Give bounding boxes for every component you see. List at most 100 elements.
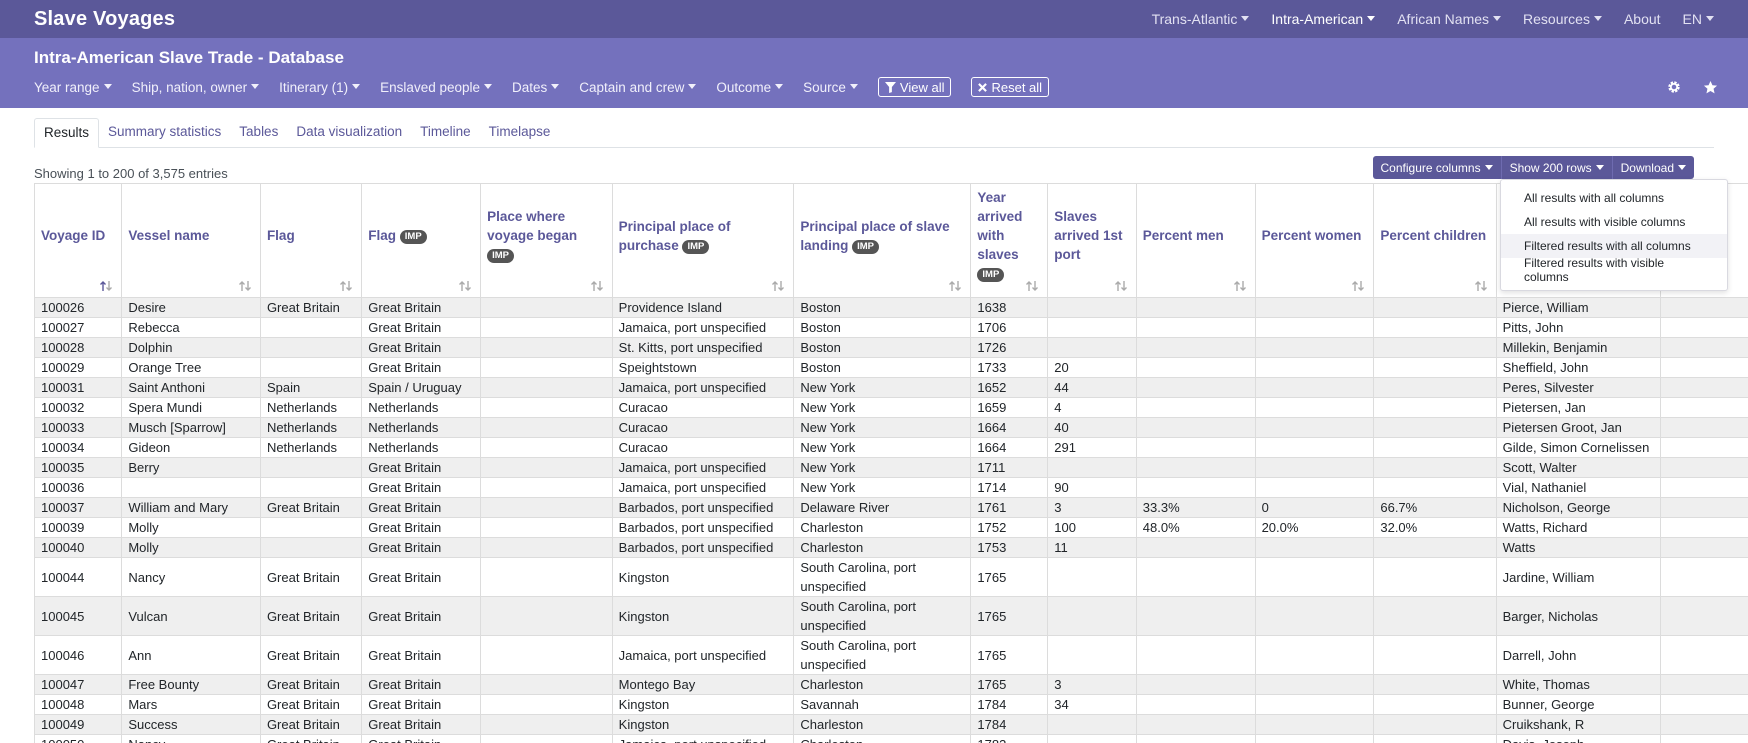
table-row[interactable]: 100044 Nancy Great Britain Great Britain Kin… bbox=[34, 557, 1748, 597]
column-header[interactable]: Percent children bbox=[1373, 183, 1497, 298]
table-row[interactable]: 100039 Molly Great Britain Barbados, port u… bbox=[34, 517, 1748, 538]
filter-captain-and-crew[interactable]: Captain and crew bbox=[579, 80, 696, 95]
table-row[interactable]: 100026 Desire Great Britain Great Britain Pr… bbox=[34, 297, 1748, 318]
download-all-results-all-columns[interactable]: All results with all columns bbox=[1501, 186, 1727, 210]
filter-ship-nation-owner[interactable]: Ship, nation, owner bbox=[132, 80, 260, 95]
table-cell bbox=[1135, 297, 1256, 318]
table-row[interactable]: 100047 Free Bounty Great Britain Great Brit… bbox=[34, 674, 1748, 695]
tab-tables[interactable]: Tables bbox=[230, 118, 287, 147]
table-cell bbox=[480, 674, 613, 695]
sort-icon[interactable] bbox=[1474, 280, 1488, 292]
table-cell bbox=[1659, 477, 1748, 498]
column-header[interactable]: Year arrived with slaves IMP bbox=[970, 183, 1049, 298]
filter-outcome[interactable]: Outcome bbox=[716, 80, 783, 95]
column-header[interactable]: Place where voyage began IMP bbox=[480, 183, 613, 298]
table-row[interactable]: 100036 Great Britain Jamaica, port unspeci… bbox=[34, 477, 1748, 498]
sort-icon[interactable] bbox=[1351, 280, 1365, 292]
sort-icon[interactable] bbox=[1233, 280, 1247, 292]
sort-icon[interactable] bbox=[458, 280, 472, 292]
brand-logo-text[interactable]: Slave Voyages bbox=[34, 8, 175, 31]
tab-summary-statistics[interactable]: Summary statistics bbox=[99, 118, 230, 147]
table-row[interactable]: 100028 Dolphin Great Britain St. Kitts, por… bbox=[34, 337, 1748, 358]
download-all-results-visible-columns[interactable]: All results with visible columns bbox=[1501, 210, 1727, 234]
table-cell: 100028 bbox=[34, 337, 123, 358]
filter-enslaved-people[interactable]: Enslaved people bbox=[380, 80, 492, 95]
table-row[interactable]: 100046 Ann Great Britain Great Britain Jamai… bbox=[34, 635, 1748, 675]
column-header[interactable]: Percent women bbox=[1254, 183, 1375, 298]
reset-all-button[interactable]: Reset all bbox=[971, 77, 1050, 97]
table-cell: Mars bbox=[121, 694, 261, 715]
sort-icon[interactable] bbox=[590, 280, 604, 292]
table-row[interactable]: 100040 Molly Great Britain Barbados, port u… bbox=[34, 537, 1748, 558]
sort-icon[interactable] bbox=[948, 280, 962, 292]
table-cell: Jardine, William bbox=[1495, 557, 1661, 597]
table-row[interactable]: 100029 Orange Tree Great Britain Speightsto… bbox=[34, 357, 1748, 378]
show-rows-button[interactable]: Show 200 rows bbox=[1501, 156, 1613, 179]
table-row[interactable]: 100037 William and Mary Great Britain Great… bbox=[34, 497, 1748, 518]
configure-columns-button[interactable]: Configure columns bbox=[1372, 156, 1502, 179]
nav-intra-american[interactable]: Intra-American bbox=[1271, 11, 1375, 27]
table-cell: Charleston bbox=[793, 734, 972, 743]
column-header[interactable]: Percent men bbox=[1135, 183, 1256, 298]
table-row[interactable]: 100031 Saint Anthoni Spain Spain / Uruguay J… bbox=[34, 377, 1748, 398]
table-row[interactable]: 100035 Berry Great Britain Jamaica, port un… bbox=[34, 457, 1748, 478]
tab-timelapse[interactable]: Timelapse bbox=[480, 118, 560, 147]
sort-icon[interactable] bbox=[1025, 280, 1039, 292]
table-cell: 100029 bbox=[34, 357, 123, 378]
column-header[interactable]: Slaves arrived 1st port bbox=[1047, 183, 1137, 298]
column-header[interactable]: Principal place of slave landing IMP bbox=[793, 183, 972, 298]
table-cell: Jamaica, port unspecified bbox=[611, 734, 795, 743]
nav-language[interactable]: EN bbox=[1683, 11, 1714, 27]
table-cell: Davis, Joseph bbox=[1495, 734, 1661, 743]
nav-trans-atlantic[interactable]: Trans-Atlantic bbox=[1152, 11, 1250, 27]
download-button[interactable]: Download bbox=[1612, 156, 1694, 179]
column-header[interactable]: Principal place of purchase IMP bbox=[611, 183, 795, 298]
table-row[interactable]: 100045 Vulcan Great Britain Great Britain Ki… bbox=[34, 596, 1748, 636]
table-row[interactable]: 100032 Spera Mundi Netherlands Netherlands C… bbox=[34, 397, 1748, 418]
table-row[interactable]: 100048 Mars Great Britain Great Britain King… bbox=[34, 694, 1748, 715]
nav-about[interactable]: About bbox=[1624, 11, 1661, 27]
table-cell: Great Britain bbox=[361, 337, 482, 358]
column-header[interactable]: Flag bbox=[259, 183, 363, 298]
view-all-button[interactable]: View all bbox=[877, 77, 952, 97]
table-cell: Charleston bbox=[793, 714, 972, 735]
column-header-label: Voyage ID bbox=[41, 228, 106, 243]
sort-icon[interactable] bbox=[238, 280, 252, 292]
table-row[interactable]: 100033 Musch [Sparrow] Netherlands Netherla… bbox=[34, 417, 1748, 438]
filter-year-range[interactable]: Year range bbox=[34, 80, 112, 95]
filter-itinerary[interactable]: Itinerary (1) bbox=[279, 80, 360, 95]
gear-icon[interactable] bbox=[1667, 80, 1681, 94]
column-header[interactable]: Flag IMP bbox=[361, 183, 482, 298]
table-cell: 0 bbox=[1254, 497, 1375, 518]
table-cell bbox=[1373, 674, 1497, 695]
table-cell: Great Britain bbox=[259, 497, 363, 518]
table-row[interactable]: 100027 Rebecca Great Britain Jamaica, port … bbox=[34, 317, 1748, 338]
download-filtered-results-all-columns[interactable]: Filtered results with all columns bbox=[1501, 234, 1727, 258]
table-cell: Nicholson, George bbox=[1495, 497, 1661, 518]
sort-icon[interactable] bbox=[99, 280, 113, 292]
column-header-label: Flag bbox=[266, 228, 295, 243]
filter-source[interactable]: Source bbox=[803, 80, 858, 95]
table-cell: Rebecca bbox=[121, 317, 261, 338]
table-row[interactable]: 100050NancyGreat BritainGreat BritainJam… bbox=[34, 734, 1748, 743]
filter-dates[interactable]: Dates bbox=[512, 80, 559, 95]
tab-results[interactable]: Results bbox=[34, 118, 100, 148]
table-row[interactable]: 100034 Gideon Netherlands Netherlands Curaca… bbox=[34, 437, 1748, 458]
column-header[interactable]: Voyage ID bbox=[34, 183, 123, 298]
star-icon[interactable] bbox=[1703, 80, 1718, 95]
sort-icon[interactable] bbox=[771, 280, 785, 292]
column-header[interactable]: Vessel name bbox=[121, 183, 261, 298]
table-cell: 3 bbox=[1047, 497, 1137, 518]
table-cell: 1652 bbox=[970, 377, 1049, 398]
table-cell: New York bbox=[793, 377, 972, 398]
tab-data-visualization[interactable]: Data visualization bbox=[287, 118, 411, 147]
sort-icon[interactable] bbox=[1114, 280, 1128, 292]
table-cell bbox=[1659, 734, 1748, 743]
nav-african-names[interactable]: African Names bbox=[1397, 11, 1501, 27]
tab-timeline[interactable]: Timeline bbox=[411, 118, 480, 147]
table-cell bbox=[1135, 477, 1256, 498]
sort-icon[interactable] bbox=[339, 280, 353, 292]
table-row[interactable]: 100049 Success Great Britain Great Britain K… bbox=[34, 714, 1748, 735]
nav-resources[interactable]: Resources bbox=[1523, 11, 1602, 27]
download-filtered-results-visible-columns[interactable]: Filtered results with visible columns bbox=[1501, 256, 1727, 284]
